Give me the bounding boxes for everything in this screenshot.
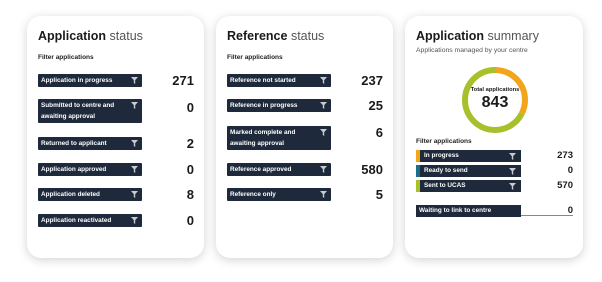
funnel-icon bbox=[131, 102, 138, 109]
funnel-icon bbox=[509, 183, 516, 190]
title-light: status bbox=[109, 29, 143, 43]
title-bold: Application bbox=[38, 29, 107, 43]
summary-row: In progress 273 bbox=[416, 150, 573, 162]
filter-application-deleted-button[interactable]: Application deleted bbox=[38, 188, 142, 201]
button-label: Marked complete and awaiting approval bbox=[230, 129, 296, 147]
filter-in-progress-button[interactable]: In progress bbox=[416, 150, 521, 162]
button-label: Waiting to link to centre bbox=[419, 207, 492, 214]
button-label: Application reactivated bbox=[41, 217, 112, 224]
title-bold: Application bbox=[416, 29, 485, 43]
count: 273 bbox=[557, 150, 573, 161]
filter-submitted-to-centre-button[interactable]: Submitted to centre and awaiting approva… bbox=[38, 99, 142, 123]
filter-application-in-progress-button[interactable]: Application in progress bbox=[38, 74, 142, 87]
donut-total-value: 843 bbox=[481, 94, 509, 111]
sent-to-ucas-color-marker bbox=[416, 180, 420, 192]
count: 5 bbox=[375, 187, 383, 202]
button-label: Ready to send bbox=[424, 167, 468, 174]
filter-reference-approved-button[interactable]: Reference approved bbox=[227, 163, 331, 176]
reference-status-card: Reference status Filter applications Ref… bbox=[216, 16, 393, 258]
filter-returned-to-applicant-button[interactable]: Returned to applicant bbox=[38, 137, 142, 150]
summary-row: Waiting to link to centre 0 bbox=[416, 205, 573, 217]
application-summary-card: Application summary Applications managed… bbox=[405, 16, 583, 258]
title-bold: Reference bbox=[227, 29, 288, 43]
button-label: Submitted to centre and awaiting approva… bbox=[41, 102, 115, 120]
count: 6 bbox=[375, 125, 383, 140]
count: 237 bbox=[361, 73, 383, 88]
count: 271 bbox=[172, 73, 194, 88]
ready-to-send-color-marker bbox=[416, 165, 420, 177]
in-progress-color-marker bbox=[416, 150, 420, 162]
filter-reference-in-progress-button[interactable]: Reference in progress bbox=[227, 99, 331, 112]
count: 0 bbox=[186, 100, 194, 115]
button-label: Reference approved bbox=[230, 166, 292, 173]
card-subtitle: Applications managed by your centre bbox=[416, 47, 528, 54]
funnel-icon bbox=[131, 77, 138, 84]
funnel-icon bbox=[509, 168, 516, 175]
filter-ready-to-send-button[interactable]: Ready to send bbox=[416, 165, 521, 177]
donut-label: Total applications bbox=[470, 87, 520, 93]
card-title: Reference status bbox=[227, 29, 324, 43]
filter-waiting-to-link-button[interactable]: Waiting to link to centre bbox=[416, 205, 521, 217]
filter-reference-not-started-button[interactable]: Reference not started bbox=[227, 74, 331, 87]
funnel-icon bbox=[320, 77, 327, 84]
count: 580 bbox=[361, 162, 383, 177]
summary-row: Sent to UCAS 570 bbox=[416, 180, 573, 192]
count: 8 bbox=[186, 187, 194, 202]
count: 2 bbox=[186, 136, 194, 151]
count: 570 bbox=[557, 180, 573, 191]
count: 0 bbox=[567, 205, 573, 216]
title-light: summary bbox=[487, 29, 539, 43]
button-label: Returned to applicant bbox=[41, 140, 107, 147]
funnel-icon bbox=[320, 102, 327, 109]
filter-marked-complete-button[interactable]: Marked complete and awaiting approval bbox=[227, 126, 331, 150]
filter-application-approved-button[interactable]: Application approved bbox=[38, 163, 142, 176]
button-label: Reference in progress bbox=[230, 102, 298, 109]
filter-applications-label: Filter applications bbox=[227, 54, 283, 61]
count: 25 bbox=[368, 98, 383, 113]
button-label: In progress bbox=[424, 152, 459, 159]
card-title: Application status bbox=[38, 29, 143, 43]
button-label: Reference not started bbox=[230, 77, 296, 84]
card-title: Application summary bbox=[416, 29, 539, 43]
funnel-icon bbox=[320, 191, 327, 198]
funnel-icon bbox=[320, 129, 327, 136]
funnel-icon bbox=[320, 166, 327, 173]
filter-applications-label: Filter applications bbox=[416, 138, 472, 145]
filter-sent-to-ucas-button[interactable]: Sent to UCAS bbox=[416, 180, 521, 192]
count: 0 bbox=[186, 213, 194, 228]
filter-applications-label: Filter applications bbox=[38, 54, 94, 61]
button-label: Application deleted bbox=[41, 191, 100, 198]
button-label: Application approved bbox=[41, 166, 107, 173]
application-status-card: Application status Filter applications A… bbox=[27, 16, 204, 258]
count: 0 bbox=[567, 165, 573, 176]
title-light: status bbox=[290, 29, 325, 43]
funnel-icon bbox=[131, 140, 138, 147]
button-label: Sent to UCAS bbox=[424, 182, 466, 189]
button-label: Application in progress bbox=[41, 77, 113, 84]
filter-reference-only-button[interactable]: Reference only bbox=[227, 188, 331, 201]
funnel-icon bbox=[131, 191, 138, 198]
filter-application-reactivated-button[interactable]: Application reactivated bbox=[38, 214, 142, 227]
summary-row: Ready to send 0 bbox=[416, 165, 573, 177]
funnel-icon bbox=[509, 153, 516, 160]
button-label: Reference only bbox=[230, 191, 276, 198]
count: 0 bbox=[186, 162, 194, 177]
funnel-icon bbox=[131, 217, 138, 224]
funnel-icon bbox=[131, 166, 138, 173]
